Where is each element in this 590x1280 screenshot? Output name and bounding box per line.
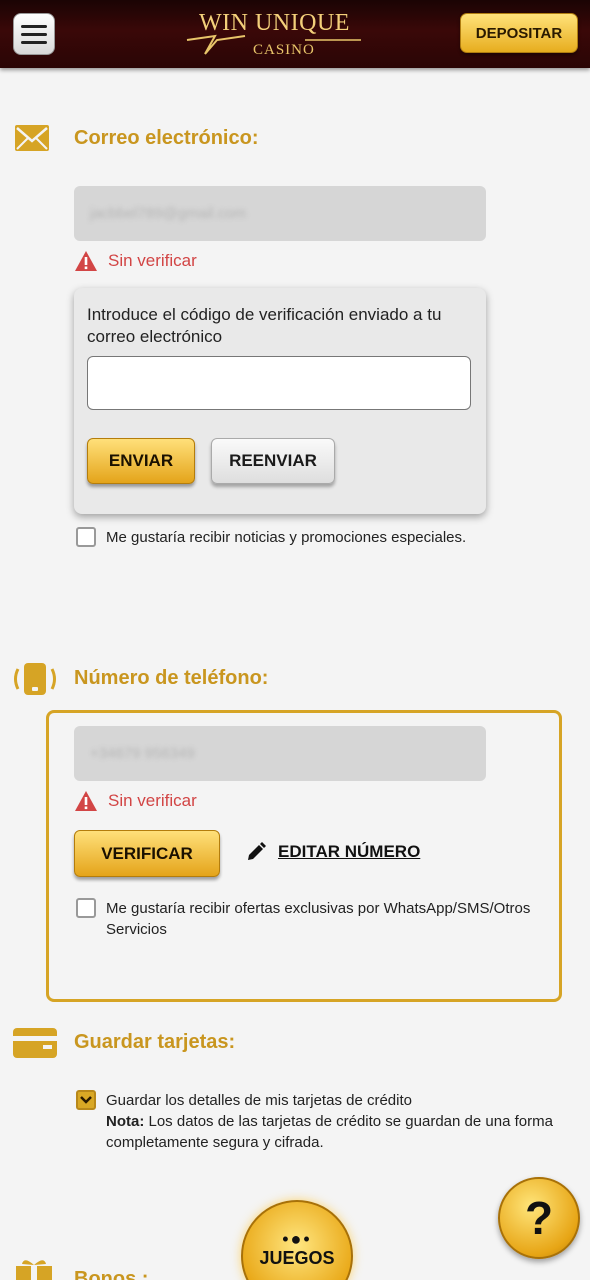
save-cards-option[interactable]: Guardar los detalles de mis tarjetas de … xyxy=(76,1090,556,1153)
newsletter-label: Me gustaría recibir noticias y promocion… xyxy=(106,529,467,546)
warning-icon xyxy=(75,251,97,271)
email-status-text: Sin verificar xyxy=(108,251,197,270)
phone-field: +34679 956349 xyxy=(74,726,486,781)
verify-phone-button[interactable]: VERIFICAR xyxy=(74,830,220,877)
bonus-section-title: Bonos : xyxy=(74,1268,149,1280)
verification-code-input[interactable] xyxy=(87,356,471,410)
envelope-icon xyxy=(15,125,49,151)
offers-label: Me gustaría recibir ofertas exclusivas p… xyxy=(106,900,531,938)
logo-subtitle: CASINO xyxy=(253,42,315,58)
phone-section-title: Número de teléfono: xyxy=(74,667,269,689)
verification-instructions: Introduce el código de verificación envi… xyxy=(87,305,442,346)
email-status: Sin verificar xyxy=(74,250,197,272)
checkmark-icon xyxy=(80,1096,92,1104)
menu-button[interactable] xyxy=(13,13,55,55)
phone-ringing-icon xyxy=(14,663,56,695)
top-header: WIN UNIQUE CASINO DEPOSITAR xyxy=(0,0,590,68)
email-verification-card: Introduce el código de verificación envi… xyxy=(74,288,486,514)
send-code-button[interactable]: ENVIAR xyxy=(87,438,195,484)
phone-status-text: Sin verificar xyxy=(108,791,197,810)
offers-checkbox[interactable] xyxy=(76,898,96,918)
cards-note: Nota: Los datos de las tarjetas de crédi… xyxy=(106,1111,556,1153)
edit-number-link[interactable]: EDITAR NÚMERO xyxy=(246,842,420,862)
email-masked-value: jacbbel789@gmail.com xyxy=(90,205,247,222)
phone-status: Sin verificar xyxy=(74,790,197,812)
warning-icon xyxy=(75,791,97,811)
offers-option[interactable]: Me gustaría recibir ofertas exclusivas p… xyxy=(76,898,542,940)
gift-icon xyxy=(16,1260,52,1280)
deposit-button[interactable]: DEPOSITAR xyxy=(460,13,578,53)
games-label: JUEGOS xyxy=(259,1248,335,1268)
hamburger-line xyxy=(21,40,47,44)
logo-text: WIN UNIQUE xyxy=(199,10,350,36)
edit-number-label: EDITAR NÚMERO xyxy=(278,842,421,861)
phone-masked-value: +34679 956349 xyxy=(90,745,195,762)
save-cards-checkbox[interactable] xyxy=(76,1090,96,1110)
games-button[interactable]: •●• JUEGOS xyxy=(241,1200,353,1280)
games-dots-icon: •●• xyxy=(282,1229,312,1249)
casino-logo[interactable]: WIN UNIQUE CASINO xyxy=(185,6,365,62)
save-cards-label: Guardar los detalles de mis tarjetas de … xyxy=(106,1092,412,1109)
cards-section-title: Guardar tarjetas: xyxy=(74,1031,236,1053)
resend-code-button[interactable]: REENVIAR xyxy=(211,438,335,484)
help-button[interactable]: ? xyxy=(498,1177,580,1259)
hamburger-line xyxy=(21,32,47,36)
newsletter-option[interactable]: Me gustaría recibir noticias y promocion… xyxy=(76,527,556,548)
cards-note-bold: Nota: xyxy=(106,1113,145,1130)
cards-note-text: Los datos de las tarjetas de crédito se … xyxy=(106,1113,553,1151)
newsletter-checkbox[interactable] xyxy=(76,527,96,547)
hamburger-line xyxy=(21,24,47,28)
pencil-icon xyxy=(248,842,266,860)
email-section-title: Correo electrónico: xyxy=(74,127,259,149)
email-field: jacbbel789@gmail.com xyxy=(74,186,486,241)
credit-card-icon xyxy=(13,1028,57,1058)
save-cards-text: Guardar los detalles de mis tarjetas de … xyxy=(106,1090,556,1153)
